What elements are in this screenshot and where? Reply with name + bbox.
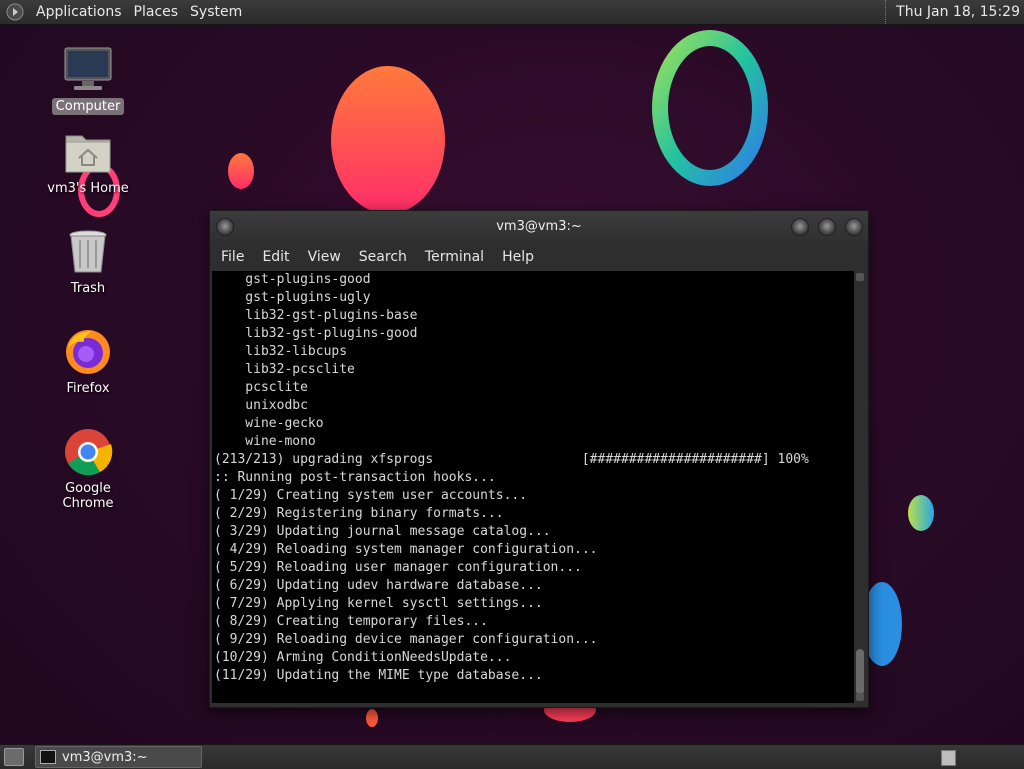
applications-menu[interactable]: Applications <box>30 0 128 24</box>
terminal-line: ( 7/29) Applying kernel sysctl settings.… <box>214 596 543 611</box>
desktop-icon-label: Google Chrome <box>62 481 114 511</box>
bottom-panel: vm3@vm3:~ <box>0 744 1024 769</box>
terminal-window[interactable]: vm3@vm3:~ File Edit View Search Terminal… <box>209 210 869 708</box>
terminal-menubar: File Edit View Search Terminal Help <box>210 243 868 271</box>
terminal-line: ( 4/29) Reloading system manager configu… <box>214 542 598 557</box>
terminal-line: unixodbc <box>214 398 308 413</box>
desktop-icon-computer[interactable]: Computer <box>38 46 138 115</box>
menu-terminal[interactable]: Terminal <box>416 249 493 265</box>
system-menu[interactable]: System <box>184 0 248 24</box>
window-titlebar[interactable]: vm3@vm3:~ <box>210 211 868 243</box>
computer-icon <box>62 46 114 94</box>
terminal-icon <box>40 750 56 764</box>
menu-view[interactable]: View <box>299 249 350 265</box>
top-panel: Applications Places System Thu Jan 18, 1… <box>0 0 1024 25</box>
terminal-output[interactable]: gst-plugins-good gst-plugins-ugly lib32-… <box>212 271 854 703</box>
desktop-icon-label: Computer <box>51 98 125 115</box>
terminal-line: ( 2/29) Registering binary formats... <box>214 506 504 521</box>
terminal-text: gst-plugins-good gst-plugins-ugly lib32-… <box>212 271 854 685</box>
scrollbar-thumb[interactable] <box>856 649 864 695</box>
scroll-down-arrow-icon[interactable] <box>856 693 864 701</box>
terminal-line: (10/29) Arming ConditionNeedsUpdate... <box>214 650 512 665</box>
terminal-line: pcsclite <box>214 380 308 395</box>
home-folder-icon <box>62 128 114 176</box>
desktop-icon-label: Firefox <box>66 381 110 396</box>
workspace-switcher[interactable] <box>941 750 956 766</box>
minimize-button[interactable] <box>791 218 809 236</box>
terminal-line: ( 1/29) Creating system user accounts... <box>214 488 528 503</box>
desktop-icon-trash[interactable]: Trash <box>38 228 138 297</box>
desktop-icon-label: Trash <box>70 281 106 296</box>
terminal-line: (213/213) upgrading xfsprogs [##########… <box>214 452 809 467</box>
terminal-line: gst-plugins-ugly <box>214 290 371 305</box>
terminal-line: ( 9/29) Reloading device manager configu… <box>214 632 598 647</box>
terminal-line: gst-plugins-good <box>214 272 371 287</box>
taskbar-terminal-button[interactable]: vm3@vm3:~ <box>35 746 202 768</box>
menu-help[interactable]: Help <box>493 249 543 265</box>
close-button[interactable] <box>845 218 863 236</box>
maximize-button[interactable] <box>818 218 836 236</box>
places-menu[interactable]: Places <box>128 0 185 24</box>
desktop-icon-firefox[interactable]: Firefox <box>38 328 138 397</box>
menu-logo-icon[interactable] <box>6 3 24 21</box>
window-menu-icon[interactable] <box>216 218 234 236</box>
terminal-line: ( 5/29) Reloading user manager configura… <box>214 560 582 575</box>
terminal-line: ( 8/29) Creating temporary files... <box>214 614 488 629</box>
menu-file[interactable]: File <box>212 249 253 265</box>
terminal-line: :: Running post-transaction hooks... <box>214 470 496 485</box>
scroll-up-arrow-icon[interactable] <box>856 273 864 281</box>
taskbar-label: vm3@vm3:~ <box>62 749 148 765</box>
menu-edit[interactable]: Edit <box>253 249 298 265</box>
terminal-line: wine-gecko <box>214 416 324 431</box>
terminal-line: lib32-pcsclite <box>214 362 355 377</box>
terminal-line: ( 3/29) Updating journal message catalog… <box>214 524 551 539</box>
window-title: vm3@vm3:~ <box>496 219 582 234</box>
trash-icon <box>62 228 114 276</box>
terminal-scrollbar[interactable] <box>854 271 866 703</box>
desktop-icon-chrome[interactable]: Google Chrome <box>38 428 138 512</box>
desktop-icon-home[interactable]: vm3's Home <box>38 128 138 197</box>
terminal-line: wine-mono <box>214 434 316 449</box>
show-desktop-icon[interactable] <box>4 748 24 766</box>
clock[interactable]: Thu Jan 18, 15:29 <box>885 0 1020 24</box>
menu-search[interactable]: Search <box>350 249 416 265</box>
terminal-line: ( 6/29) Updating udev hardware database.… <box>214 578 543 593</box>
desktop-icon-label: vm3's Home <box>47 181 129 196</box>
terminal-line: lib32-gst-plugins-good <box>214 326 418 341</box>
chrome-icon <box>62 428 114 476</box>
terminal-line: lib32-gst-plugins-base <box>214 308 418 323</box>
firefox-icon <box>62 328 114 376</box>
terminal-line: lib32-libcups <box>214 344 348 359</box>
terminal-line: (11/29) Updating the MIME type database.… <box>214 668 543 683</box>
